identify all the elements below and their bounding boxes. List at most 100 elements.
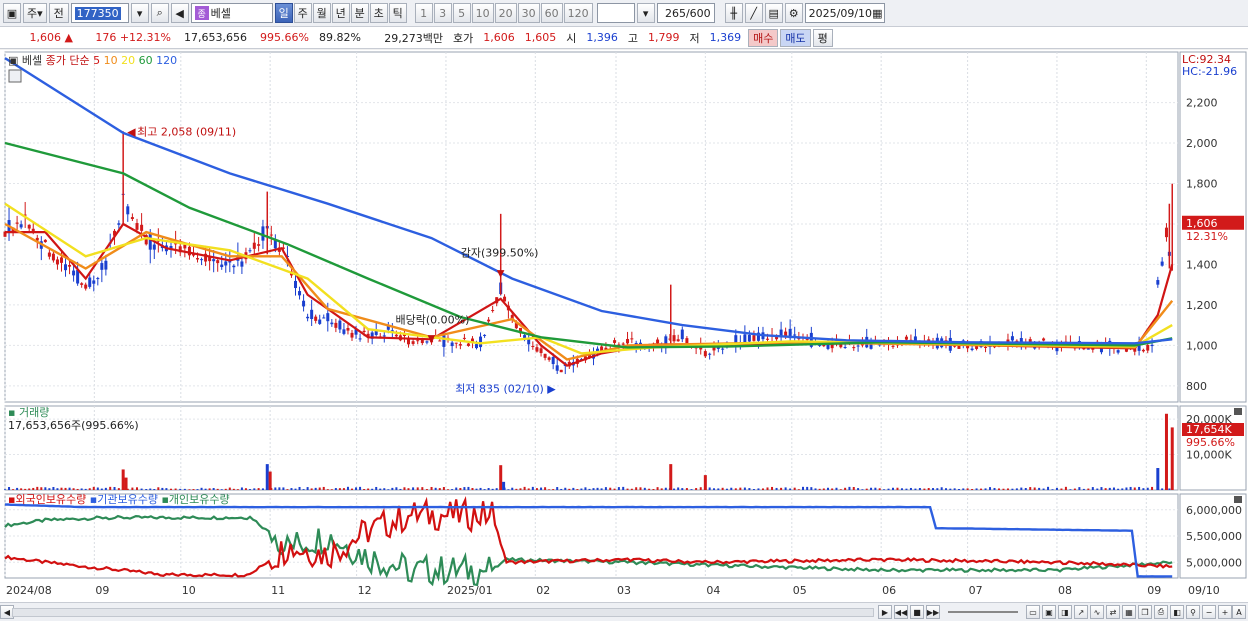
rewind-icon[interactable]: ◀◀ [894,605,908,619]
candle-body [613,340,617,343]
period-tab-3[interactable]: 년 [331,3,350,23]
interval-tab-5[interactable]: 5 [452,3,471,23]
volume-bar [891,487,894,490]
name-field[interactable]: 종 베셀 [190,3,273,23]
layout-2-icon[interactable]: ▣ [1042,605,1056,619]
interval-tab-60[interactable]: 60 [540,3,563,23]
ask-label: 호가 [453,31,474,45]
volume-bar [1117,488,1120,490]
period-tab-0[interactable]: 일 [274,3,293,23]
print-icon[interactable]: ⎙ [1154,605,1168,619]
wave-icon[interactable]: ∿ [1090,605,1104,619]
buy-button[interactable]: 매수 [748,28,779,47]
volume-bar [326,489,329,490]
zoom-slider[interactable] [948,611,1018,613]
volume-bar [56,488,59,490]
candle-body [1042,338,1046,341]
candle-body [216,260,220,264]
chart-type-icon[interactable]: ◧ [1170,605,1184,619]
code-input[interactable]: 177350 [70,3,129,23]
volume-bar [1024,488,1027,490]
zoom-out-icon[interactable]: − [1202,605,1216,619]
count-field[interactable]: 265/600 [656,3,715,23]
layout-1-icon[interactable]: ▭ [1026,605,1040,619]
high-price: 1,799 [648,31,680,44]
interval-tab-120[interactable]: 120 [563,3,593,23]
sell-button[interactable]: 매도 [780,28,811,47]
candle-body [322,317,326,319]
count-value: 265 [664,6,686,20]
volume-bar [416,487,419,490]
volume-spike [1170,427,1174,490]
gear-icon[interactable]: ⚙ [784,3,803,23]
interval-dropdown-icon[interactable]: ▾ [636,3,655,23]
turnover-rate: 89.82% [319,31,361,44]
period-tab-5[interactable]: 초 [369,3,388,23]
plus-icon[interactable]: + [1218,605,1232,619]
candle-body [458,344,462,346]
volume-bar [527,488,530,490]
annotation-high: 최고 2,058 (09/11) [137,125,236,138]
volume-bar [896,487,899,490]
interval-input[interactable] [596,3,635,23]
volume-bar [64,487,67,490]
forward-icon[interactable]: ▶▶ [926,605,940,619]
window-icon[interactable]: ▣ [3,3,21,23]
volume-bar [789,488,792,490]
price-tick: 1,200 [1186,299,1218,312]
volume-bar [1087,488,1090,490]
period-tab-6[interactable]: 틱 [388,3,407,23]
scroll-track[interactable] [12,608,874,617]
date-field[interactable]: 2025/09/10 ▦ [804,3,885,23]
volume-bar [399,488,402,490]
interval-tab-1[interactable]: 1 [414,3,433,23]
calendar-icon[interactable]: ▦ [872,7,882,20]
interval-tab-30[interactable]: 30 [517,3,540,23]
holdings-tick: 6,000,000 [1186,504,1242,517]
arrow-left-icon: ◀ [127,125,136,138]
volume-bar [814,488,817,490]
zoom-in-icon[interactable]: ⚲ [1186,605,1200,619]
volume-bar [584,487,587,490]
candle-body [1160,261,1164,266]
scroll-right-icon[interactable]: ▶ [878,605,892,619]
line-draw-icon[interactable]: ╱ [744,3,763,23]
grid-icon[interactable]: ▦ [1122,605,1136,619]
volume-bar [330,489,333,490]
volume-bar [844,487,847,490]
search-icon[interactable]: ⌕ [150,3,169,23]
candle-body [51,253,55,261]
chart-canvas[interactable]: 2024/08 09 10 11 12 2025/01 02 03 04 05 06 07 08 09 09… [0,50,1248,603]
copy-icon[interactable]: ❐ [1138,605,1152,619]
stop-icon[interactable]: ■ [910,605,924,619]
prev-button[interactable]: 전 [48,3,69,23]
volume-bar [1006,488,1009,490]
candle-body [621,343,625,345]
interval-tab-20[interactable]: 20 [494,3,517,23]
speaker-icon[interactable]: ◀ [170,3,189,23]
candle-body [196,258,200,260]
period-tab-1[interactable]: 주 [293,3,312,23]
candle-type-icon[interactable]: ╫ [724,3,743,23]
volume-bar [552,489,555,490]
candle-body [130,217,134,220]
period-tab-2[interactable]: 월 [312,3,331,23]
layout-3-icon[interactable]: ◨ [1058,605,1072,619]
trend-icon[interactable]: ↗ [1074,605,1088,619]
save-icon[interactable]: ▤ [764,3,783,23]
market-select[interactable]: 주 ▾ [23,3,47,23]
legend-ma-10: 10 [104,54,122,67]
code-dropdown-icon[interactable]: ▾ [130,3,149,23]
candle-body [1146,344,1150,351]
price-tick: 2,200 [1186,97,1218,110]
volume-bar [161,487,164,490]
volume-bar [997,488,1000,490]
compare-icon[interactable]: ⇄ [1106,605,1120,619]
period-tab-4[interactable]: 분 [350,3,369,23]
eval-button[interactable]: 평 [812,28,833,47]
candle-body [442,334,446,347]
candle-body [248,250,252,252]
interval-tab-3[interactable]: 3 [433,3,452,23]
interval-tab-10[interactable]: 10 [471,3,494,23]
font-icon[interactable]: A [1232,605,1246,619]
